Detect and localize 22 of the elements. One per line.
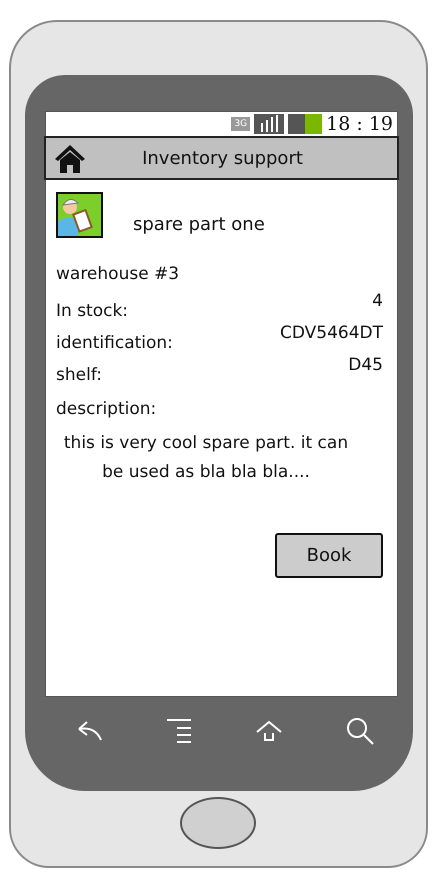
search-icon[interactable] <box>346 717 374 745</box>
home-icon[interactable] <box>255 720 283 742</box>
network-indicator: 3G <box>231 117 250 131</box>
home-icon[interactable] <box>54 143 86 173</box>
field-value: 4 <box>372 291 384 311</box>
back-arrow-icon[interactable] <box>77 720 103 742</box>
screen-title: Inventory support <box>141 148 304 168</box>
warehouse-label: warehouse #3 <box>56 263 180 286</box>
field-value: D45 <box>348 355 384 375</box>
field-value: CDV5464DT <box>280 323 384 343</box>
field-label: shelf: <box>56 365 102 385</box>
worker-clipboard-picture <box>56 192 103 238</box>
item-name: spare part one <box>133 214 265 234</box>
clock-time: 18 : 19 <box>326 113 393 135</box>
field-label: identification: <box>56 333 173 353</box>
book-button[interactable]: Book <box>275 533 383 578</box>
signal-icon <box>254 114 284 134</box>
battery-icon <box>288 114 322 134</box>
description-text: this is very cool spare part. it can be used as bla bla bla.... <box>62 432 350 484</box>
menu-icon[interactable] <box>166 718 192 744</box>
field-label: In stock: <box>56 301 128 321</box>
description-label: description: <box>56 399 158 419</box>
